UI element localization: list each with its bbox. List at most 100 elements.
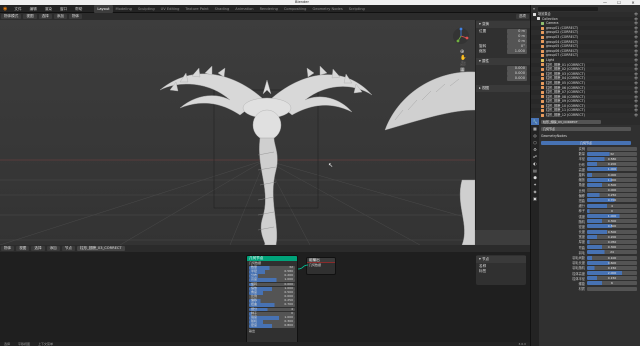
node-view-menu[interactable]: 视图: [16, 246, 30, 251]
object-name-field[interactable]: 柱形_翅膀_03_CORRECT: [541, 119, 601, 124]
properties-tab-icon[interactable]: ▤: [531, 167, 539, 174]
tab-uv-editing[interactable]: UV Editing: [158, 5, 183, 13]
object-type-icon: [541, 63, 544, 67]
modifier-input-field[interactable]: 0.800: [587, 224, 637, 229]
tab-animation[interactable]: Animation: [232, 5, 256, 13]
tab-layout[interactable]: Layout: [94, 4, 113, 13]
properties-tab-icon[interactable]: ▣: [531, 195, 539, 202]
ortho-toggle-icon[interactable]: ▦: [460, 67, 468, 73]
modifier-input-field[interactable]: 0.200: [587, 234, 637, 239]
object-menu[interactable]: 物体: [68, 14, 83, 19]
modifier-input-field[interactable]: 0.050: [587, 239, 637, 244]
properties-tab-icon[interactable]: ◎: [531, 132, 539, 139]
modifier-input-field[interactable]: 1.000: [587, 167, 637, 172]
node-select-menu[interactable]: 选择: [31, 246, 45, 251]
options-button[interactable]: 选项: [515, 14, 529, 19]
modifier-input-field[interactable]: 0: [587, 208, 637, 213]
modifier-input-field[interactable]: 1.000: [587, 214, 637, 219]
properties-tab-icon[interactable]: 🔧: [531, 118, 539, 125]
modifier-input-field[interactable]: 0.500: [587, 229, 637, 234]
modifier-input-field[interactable]: 0.150: [587, 276, 637, 281]
properties-tab-icon[interactable]: ◐: [531, 160, 539, 167]
tab-compositing[interactable]: Compositing: [281, 5, 310, 13]
select-menu[interactable]: 选择: [38, 14, 52, 19]
node-side-section-header[interactable]: ▾ 节点: [476, 256, 526, 263]
properties-tab-icon[interactable]: ◈: [531, 188, 539, 195]
blender-logo-icon[interactable]: ◉: [0, 6, 10, 12]
transform-section-header[interactable]: ▾ 变换: [476, 21, 530, 28]
menu-render[interactable]: 渲染: [41, 5, 56, 13]
prop-field-3[interactable]: 0.000: [507, 76, 527, 81]
geometry-node[interactable]: 几何节点 几何数据 数量 32 半径 0.580 分布 0.200 高度 1.000 旋转 0.00…: [246, 255, 298, 345]
modifier-input-field[interactable]: 0.700: [587, 198, 637, 203]
modifier-input-field[interactable]: 24: [587, 250, 637, 255]
modifier-input-field[interactable]: 1.000: [587, 177, 637, 182]
navigation-gizmo[interactable]: [452, 27, 470, 45]
tab-geometry-nodes[interactable]: Geometry Nodes: [309, 5, 345, 13]
modifier-input-field[interactable]: 0.500: [587, 182, 637, 187]
menu-file[interactable]: 文件: [10, 5, 25, 13]
modifier-input-field[interactable]: 0.000: [587, 188, 637, 193]
node-group-field[interactable]: 几何节点: [541, 141, 631, 145]
node-editor-type-button[interactable]: 物体: [1, 246, 15, 251]
properties-editor: 🔧 ▦ ◎ ⬡ ⚙ ☍ ◐ ▤ ⬢ ✦ ◈ ▣ 柱形_翅膀_03_CORRECT 几何节点 Geome…: [530, 118, 640, 346]
menu-window[interactable]: 窗口: [56, 5, 71, 13]
menu-help[interactable]: 帮助: [71, 5, 86, 13]
add-menu[interactable]: 添加: [53, 14, 67, 19]
node-node-menu[interactable]: 节点: [61, 246, 75, 251]
node-tree-selector[interactable]: 柱形_翅膀_03_CORRECT: [76, 246, 125, 251]
modifier-input-field[interactable]: 2.000: [587, 271, 637, 276]
modifier-name-label[interactable]: GeometryNodes: [541, 134, 567, 138]
properties-tab-icon[interactable]: ⬢: [531, 174, 539, 181]
object-type-icon: [541, 67, 544, 71]
modifier-input-field[interactable]: 0.100: [587, 255, 637, 260]
view-section-header[interactable]: ▸ 视图: [476, 85, 530, 92]
node-editor[interactable]: 物体 视图 选择 添加 节点 柱形_翅膀_03_CORRECT 几何节点 几何数…: [0, 245, 530, 346]
tab-shading[interactable]: Shading: [212, 5, 233, 13]
properties-tab-icon[interactable]: ✦: [531, 181, 539, 188]
properties-section-header[interactable]: ▾ 属性: [476, 58, 530, 65]
modifier-input-field[interactable]: 4: [587, 203, 637, 208]
modifier-input-field[interactable]: 0.600: [587, 260, 637, 265]
tab-sculpting[interactable]: Sculpting: [135, 5, 158, 13]
modifier-input-field[interactable]: 0.000: [587, 172, 637, 177]
mode-select[interactable]: 物体模式: [1, 14, 22, 19]
modifier-input-field[interactable]: 32: [587, 151, 637, 156]
3d-viewport[interactable]: 物体模式 视图 选择 添加 物体 选项 用户透视 (0) Collection …: [0, 13, 530, 245]
tab-modeling[interactable]: Modeling: [113, 5, 135, 13]
scale-field[interactable]: 1.000: [507, 49, 527, 54]
modifier-input-label: 材质: [578, 287, 585, 292]
modifier-input-field[interactable]: 0.150: [587, 265, 637, 270]
properties-tab-icon[interactable]: ▦: [531, 125, 539, 132]
location-label: 位置: [479, 29, 487, 33]
tab-texture-paint[interactable]: Texture Paint: [182, 5, 211, 13]
modifier-input-field[interactable]: 0.250: [587, 193, 637, 198]
properties-header: 柱形_翅膀_03_CORRECT: [531, 118, 640, 125]
sidebar-n-panel: ▾ 变换 位置 0 m 0 m 0 m 旋转 0° 缩放 1.000 ▾ 属性 0.0…: [475, 20, 530, 230]
outliner-item[interactable]: 柱形_翅膀_12 (CORRECT) 👁: [531, 113, 640, 118]
node-socket-row: 输出: [249, 328, 256, 333]
status-bar: 选择 平移视图 上下文菜单 3.6.0: [0, 342, 530, 346]
outliner-filter-icon[interactable]: ▿: [533, 6, 535, 11]
modifier-input-field[interactable]: 0.200: [587, 162, 637, 167]
modifier-header-label[interactable]: 几何节点: [541, 127, 631, 131]
node-add-menu[interactable]: 添加: [46, 246, 60, 251]
modifier-input-field[interactable]: [587, 146, 637, 151]
properties-tab-icon[interactable]: ⬡: [531, 139, 539, 146]
outliner-search-input[interactable]: [538, 6, 599, 11]
modifier-input-field[interactable]: 0.300: [587, 219, 637, 224]
tab-rendering[interactable]: Rendering: [257, 5, 281, 13]
modifier-input-field[interactable]: [587, 286, 637, 291]
modifier-input-field[interactable]: 0.580: [587, 156, 637, 161]
properties-tab-icon[interactable]: ⚙: [531, 146, 539, 153]
visibility-eye-icon[interactable]: 👁: [634, 113, 638, 118]
view-menu[interactable]: 视图: [23, 14, 37, 19]
group-output-node[interactable]: 组输出 几何数据: [306, 257, 336, 275]
outliner: ▿ 场景集合 👁 Collection 👁 Camera 👁 group01 (CORREC…: [530, 5, 640, 118]
menu-edit[interactable]: 编辑: [26, 5, 41, 13]
properties-tab-icon[interactable]: ☍: [531, 153, 539, 160]
modifier-title-row: GeometryNodes: [531, 133, 640, 139]
modifier-input-field[interactable]: 0.300: [587, 245, 637, 250]
tab-scripting[interactable]: Scripting: [346, 5, 368, 13]
modifier-input-field[interactable]: 6: [587, 281, 637, 286]
